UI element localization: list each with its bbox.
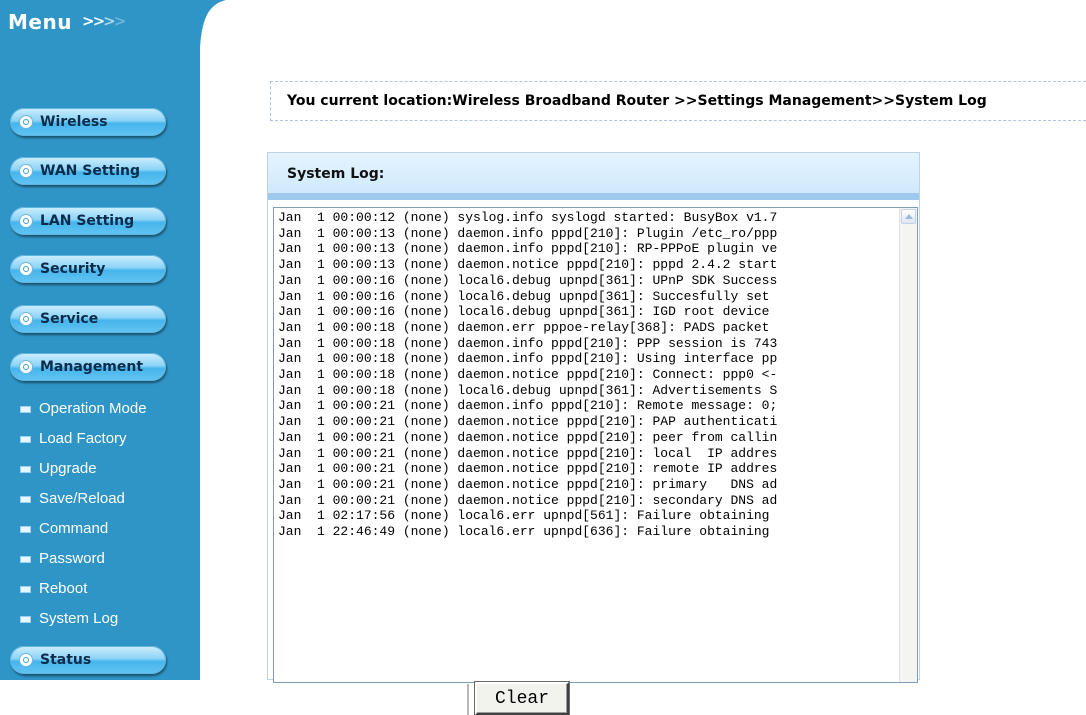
bullet-icon [20, 586, 31, 593]
system-log-textarea[interactable]: Jan 1 00:00:12 (none) syslog.info syslog… [273, 207, 918, 683]
log-line: Jan 1 00:00:18 (none) daemon.info pppd[2… [278, 351, 778, 367]
header-divider [268, 193, 919, 200]
menu-item-label: LAN Setting [40, 213, 135, 229]
clear-button[interactable]: Clear [475, 682, 569, 715]
log-line: Jan 1 00:00:16 (none) local6.debug upnpd… [278, 272, 778, 288]
menu-wan-setting-button[interactable]: WAN Setting [10, 157, 166, 185]
log-line: Jan 1 00:00:21 (none) daemon.notice pppd… [278, 492, 778, 508]
circle-icon [19, 262, 33, 276]
submenu-item-label: Password [39, 550, 105, 567]
menu-item-label: Management [40, 359, 144, 375]
menu-arrows-icon: >>>> [82, 12, 126, 30]
log-line: Jan 1 00:00:16 (none) local6.debug upnpd… [278, 304, 770, 320]
log-line: Jan 1 00:00:13 (none) daemon.info pppd[2… [278, 241, 778, 257]
bullet-icon [20, 466, 31, 473]
system-log-content: Jan 1 00:00:12 (none) syslog.info syslog… [278, 210, 894, 680]
menu-lan-setting-button[interactable]: LAN Setting [10, 207, 166, 235]
log-line: Jan 1 00:00:18 (none) daemon.err pppoe-r… [278, 319, 770, 335]
menu-item-label: Service [40, 311, 99, 327]
submenu-item-label: Save/Reload [39, 490, 125, 507]
menu-item-label: Wireless [40, 114, 108, 130]
divider [467, 684, 469, 715]
scroll-up-arrow-icon[interactable] [901, 209, 916, 224]
submenu-item-label: Command [39, 520, 109, 537]
submenu-item-label: System Log [39, 610, 119, 627]
submenu-item-label: Reboot [39, 580, 88, 597]
vertical-scrollbar[interactable] [899, 208, 917, 682]
breadcrumb: You current location:Wireless Broadband … [270, 81, 1086, 121]
bullet-icon [20, 436, 31, 443]
sidebar: Menu >>>> Wireless WAN Setting LAN Setti… [0, 0, 226, 680]
submenu-item-label: Upgrade [39, 460, 97, 477]
submenu-item-label: Operation Mode [39, 400, 147, 417]
log-line: Jan 1 00:00:18 (none) local6.debug upnpd… [278, 382, 778, 398]
circle-icon [19, 360, 33, 374]
log-line: Jan 1 00:00:18 (none) daemon.info pppd[2… [278, 335, 778, 351]
menu-item-label: Status [40, 652, 92, 668]
circle-icon [19, 214, 33, 228]
menu-header: Menu >>>> [0, 0, 226, 48]
bullet-icon [20, 496, 31, 503]
menu-status-button[interactable]: Status [10, 646, 166, 674]
log-line: Jan 1 00:00:21 (none) daemon.notice pppd… [278, 476, 778, 492]
log-line: Jan 1 00:00:21 (none) daemon.notice pppd… [278, 429, 778, 445]
system-log-panel: System Log: Jan 1 00:00:12 (none) syslog… [267, 152, 920, 683]
menu-wireless-button[interactable]: Wireless [10, 108, 166, 136]
log-line: Jan 1 00:00:13 (none) daemon.info pppd[2… [278, 225, 778, 241]
bullet-icon [20, 616, 31, 623]
bullet-icon [20, 406, 31, 413]
log-line: Jan 1 00:00:21 (none) daemon.notice pppd… [278, 445, 778, 461]
log-line: Jan 1 02:17:56 (none) local6.err upnpd[5… [278, 508, 770, 524]
menu-item-label: WAN Setting [40, 163, 140, 179]
menu-service-button[interactable]: Service [10, 305, 166, 333]
bullet-icon [20, 556, 31, 563]
breadcrumb-text: You current location:Wireless Broadband … [287, 93, 987, 109]
circle-icon [19, 115, 33, 129]
menu-title: Menu [8, 10, 72, 34]
menu-management-button[interactable]: Management [10, 353, 166, 381]
log-line: Jan 1 00:00:21 (none) daemon.notice pppd… [278, 414, 778, 430]
system-log-title: System Log: [287, 166, 385, 182]
log-line: Jan 1 22:46:49 (none) local6.err upnpd[6… [278, 524, 770, 540]
submenu-item-label: Load Factory [39, 430, 127, 447]
log-line: Jan 1 00:00:21 (none) daemon.notice pppd… [278, 461, 778, 477]
circle-icon [19, 653, 33, 667]
log-line: Jan 1 00:00:13 (none) daemon.notice pppd… [278, 257, 778, 273]
system-log-header: System Log: [268, 153, 919, 193]
log-line: Jan 1 00:00:21 (none) daemon.info pppd[2… [278, 398, 778, 414]
menu-item-label: Security [40, 261, 106, 277]
log-line: Jan 1 00:00:18 (none) daemon.notice pppd… [278, 367, 778, 383]
menu-security-button[interactable]: Security [10, 255, 166, 283]
circle-icon [19, 312, 33, 326]
bullet-icon [20, 526, 31, 533]
log-line: Jan 1 00:00:12 (none) syslog.info syslog… [278, 210, 778, 225]
circle-icon [19, 164, 33, 178]
log-line: Jan 1 00:00:16 (none) local6.debug upnpd… [278, 288, 770, 304]
